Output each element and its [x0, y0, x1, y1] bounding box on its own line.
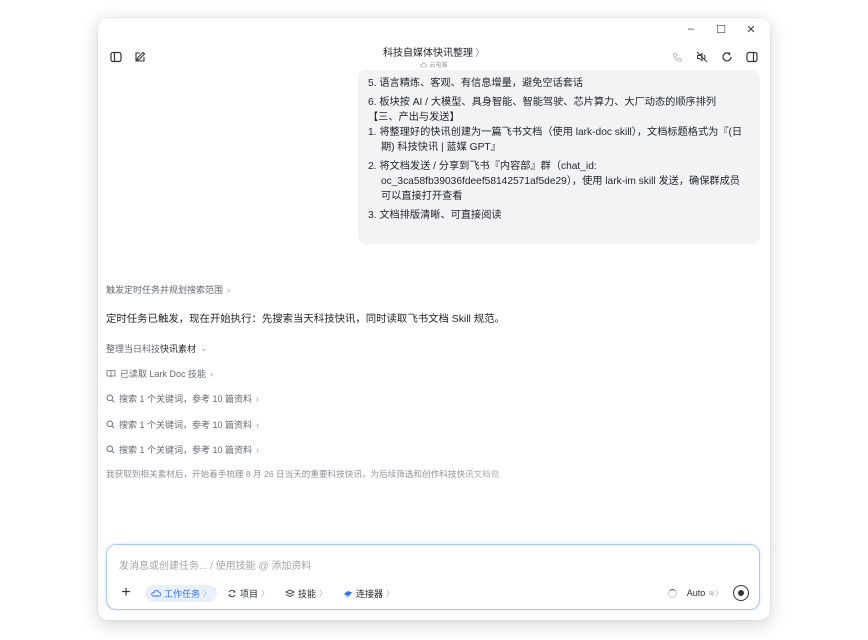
chevron-right-icon: 〉	[475, 48, 485, 59]
user-message-bubble: 5. 语言精炼、客观、有信息增量，避免空话套话 6. 板块按 AI / 大模型、…	[358, 70, 760, 244]
step-search-label: 搜索 1 个关键词，参考 10 篇资料	[119, 420, 253, 430]
step-read-skill[interactable]: 已读取 Lark Doc 技能 ›	[106, 367, 213, 380]
loading-icon	[667, 588, 677, 598]
chevron-right-icon: ›	[227, 284, 231, 295]
step-search[interactable]: 搜索 1 个关键词，参考 10 篇资料 ›	[106, 392, 259, 405]
message-line: 【三、产出与发送】	[368, 112, 460, 123]
assistant-message: 定时任务已触发，现在开始执行：先搜索当天科技快讯，同时读取飞书文档 Skill …	[106, 314, 505, 325]
project-label: 项目	[240, 588, 259, 599]
composer-right-controls: Auto ≋〉	[667, 585, 749, 601]
history-icon[interactable]	[719, 49, 735, 65]
search-icon	[106, 445, 115, 454]
side-panel-icon[interactable]	[744, 49, 760, 65]
message-line: 5. 语言精炼、客观、有信息增量，避免空话套话	[368, 78, 584, 89]
message-input[interactable]: 发消息或创建任务... / 使用技能 @ 添加资料	[119, 557, 311, 572]
chevron-right-icon: ›	[256, 393, 260, 404]
layers-icon	[285, 588, 296, 597]
step-organize[interactable]: 整理当日科技快讯素材 ⌄	[106, 342, 208, 355]
phone-icon[interactable]	[669, 49, 685, 65]
book-icon	[106, 370, 116, 378]
step-read-skill-label: 已读取 Lark Doc 技能	[120, 369, 207, 379]
project-icon	[228, 589, 236, 597]
chevron-right-icon: 〉	[319, 588, 328, 598]
search-icon	[106, 420, 115, 429]
chevron-right-icon: 〉	[261, 588, 270, 598]
chevron-right-icon: ›	[256, 444, 260, 455]
connector-chip[interactable]: 连接器 〉	[337, 585, 400, 602]
step-search[interactable]: 搜索 1 个关键词，参考 10 篇资料 ›	[106, 443, 259, 456]
window-controls: – ☐ ✕	[676, 20, 766, 38]
work-task-chip[interactable]: 工作任务 〉	[145, 584, 218, 602]
message-composer: 发消息或创建任务... / 使用技能 @ 添加资料 + 工作任务 〉 项目 〉 …	[106, 544, 760, 610]
close-button[interactable]: ✕	[736, 20, 766, 38]
message-line: 1. 将整理好的快讯创建为一篇飞书文档（使用 lark-doc skill），文…	[368, 127, 743, 153]
connector-label: 连接器	[356, 588, 384, 599]
streaming-progress-text: 我获取到相关素材后，开始着手梳理 8 月 26 日当天的重要科技快讯，为后续筛选…	[106, 468, 546, 480]
model-selector[interactable]: Auto ≋〉	[687, 588, 723, 599]
record-button[interactable]	[733, 585, 749, 601]
cloud-icon	[151, 590, 161, 597]
chevron-right-icon: ›	[210, 368, 214, 379]
work-task-label: 工作任务	[164, 588, 201, 599]
step-search-label: 搜索 1 个关键词，参考 10 篇资料	[119, 445, 253, 455]
step-organize-label: 整理当日科技快讯素材	[106, 344, 197, 354]
message-line: 2. 将文档发送 / 分享到飞书『内容部』群（chat_id: oc_3ca58…	[368, 161, 740, 202]
connector-icon	[344, 590, 353, 597]
model-icon: ≋〉	[708, 588, 723, 598]
composer-toolbar: + 工作任务 〉 项目 〉 技能 〉 连接器 〉 Auto ≋〉	[117, 583, 749, 603]
subtitle-text: 云电脑	[429, 63, 448, 69]
chevron-right-icon: ›	[256, 419, 260, 430]
message-line: 6. 板块按 AI / 大模型、具身智能、智能驾驶、芯片算力、大厂动态的顺序排列	[368, 97, 717, 108]
message-line: 3. 文档排版清晰、可直接阅读	[368, 210, 502, 221]
record-icon	[738, 590, 744, 596]
cloud-icon	[420, 62, 428, 67]
project-chip[interactable]: 项目 〉	[221, 585, 275, 602]
plus-icon[interactable]: +	[117, 584, 135, 602]
step-trigger-label: 触发定时任务并规划搜索范围	[106, 285, 224, 295]
chat-header: 科技自媒体快讯整理〉 云电脑	[98, 40, 770, 74]
chat-title-text: 科技自媒体快讯整理	[383, 48, 473, 59]
mute-icon[interactable]	[694, 49, 710, 65]
chevron-right-icon: 〉	[203, 588, 212, 598]
minimize-button[interactable]: –	[676, 20, 706, 38]
chevron-right-icon: 〉	[386, 588, 395, 598]
chevron-down-icon: ⌄	[200, 343, 208, 353]
skills-label: 技能	[298, 588, 317, 599]
model-label: Auto	[686, 588, 706, 598]
maximize-button[interactable]: ☐	[706, 20, 736, 38]
search-icon	[106, 394, 115, 403]
app-window: – ☐ ✕ 科技自媒体快讯整理〉 云电脑 5. 语言精炼、客观、有信息增量，避免…	[98, 18, 770, 620]
step-search[interactable]: 搜索 1 个关键词，参考 10 篇资料 ›	[106, 418, 259, 431]
skills-chip[interactable]: 技能 〉	[279, 585, 333, 602]
step-search-label: 搜索 1 个关键词，参考 10 篇资料	[119, 394, 253, 404]
step-trigger[interactable]: 触发定时任务并规划搜索范围 ›	[106, 283, 230, 296]
